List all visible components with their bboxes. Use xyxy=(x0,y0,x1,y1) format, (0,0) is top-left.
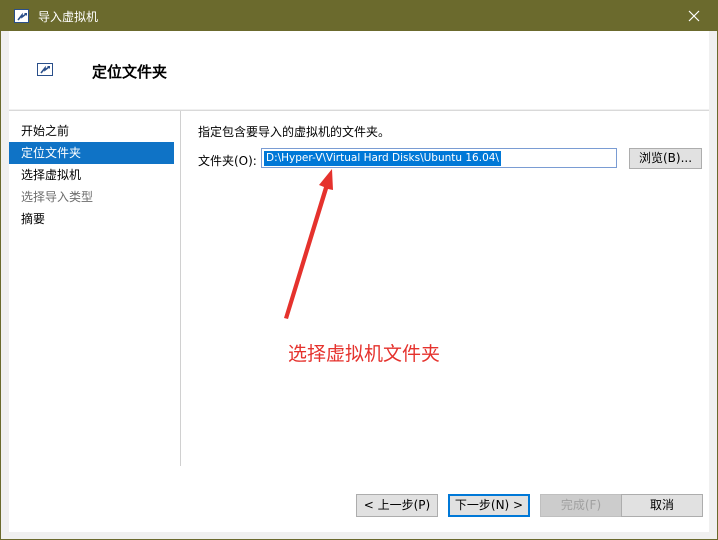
nav-item-select-vm[interactable]: 选择虚拟机 xyxy=(9,164,174,186)
nav-item-summary[interactable]: 摘要 xyxy=(9,208,174,230)
next-button[interactable]: 下一步(N) > xyxy=(448,494,530,517)
folder-path-value: D:\Hyper-V\Virtual Hard Disks\Ubuntu 16.… xyxy=(264,150,501,166)
folder-path-input[interactable]: D:\Hyper-V\Virtual Hard Disks\Ubuntu 16.… xyxy=(261,148,617,168)
nav-item-before-you-begin[interactable]: 开始之前 xyxy=(9,120,174,142)
close-button[interactable] xyxy=(671,1,717,31)
hyper-v-icon xyxy=(37,63,53,76)
nav-item-locate-folder[interactable]: 定位文件夹 xyxy=(9,142,174,164)
instruction-text: 指定包含要导入的虚拟机的文件夹。 xyxy=(198,125,391,139)
folder-label: 文件夹(O): xyxy=(198,154,257,168)
wizard-header: 定位文件夹 xyxy=(9,31,709,109)
close-icon xyxy=(688,10,700,22)
cancel-button[interactable]: 取消 xyxy=(621,494,703,517)
title-bar[interactable]: 导入虚拟机 xyxy=(1,1,717,31)
import-vm-dialog: 导入虚拟机 定位文件夹 开始之前 定位文件夹 选择虚拟机 选择导入类型 摘要 指… xyxy=(0,0,718,540)
window-title: 导入虚拟机 xyxy=(38,10,99,24)
hyper-v-icon xyxy=(14,9,29,23)
nav-item-choose-import-type: 选择导入类型 xyxy=(21,190,94,204)
finish-button: 完成(F) xyxy=(540,494,622,517)
wizard-footer: < 上一步(P) 下一步(N) > 完成(F) 取消 xyxy=(9,466,709,532)
annotation-label: 选择虚拟机文件夹 xyxy=(288,343,441,365)
page-title: 定位文件夹 xyxy=(92,63,168,81)
browse-button[interactable]: 浏览(B)... xyxy=(629,148,702,169)
wizard-content: 指定包含要导入的虚拟机的文件夹。 文件夹(O): D:\Hyper-V\Virt… xyxy=(189,111,707,466)
previous-button[interactable]: < 上一步(P) xyxy=(356,494,438,517)
wizard-steps-nav: 开始之前 定位文件夹 选择虚拟机 选择导入类型 摘要 xyxy=(9,111,181,466)
